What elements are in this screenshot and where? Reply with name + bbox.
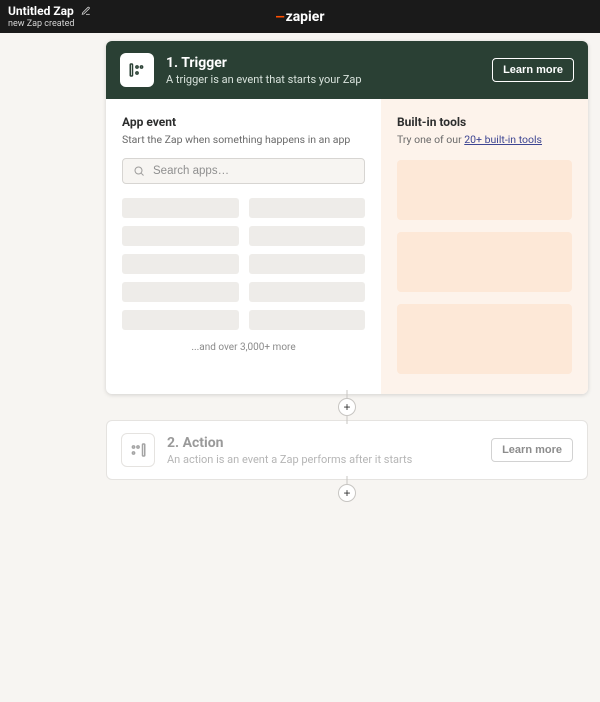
trigger-title: 1. Trigger	[166, 55, 480, 71]
builtin-skeleton-item	[397, 160, 572, 220]
more-apps-text: ...and over 3,000+ more	[122, 342, 365, 353]
builtin-subtitle: Try one of our 20+ built-in tools	[397, 133, 572, 146]
builtin-tools-column: Built-in tools Try one of our 20+ built-…	[381, 99, 588, 394]
builtin-prefix: Try one of our	[397, 133, 464, 146]
app-results-skeleton	[122, 198, 365, 330]
add-step-button[interactable]: +	[338, 484, 356, 502]
search-icon	[133, 165, 145, 177]
trigger-step-card: 1. Trigger A trigger is an event that st…	[106, 41, 588, 394]
action-step-icon	[121, 433, 155, 467]
trigger-header: 1. Trigger A trigger is an event that st…	[106, 41, 588, 99]
editor-canvas: 1. Trigger A trigger is an event that st…	[0, 33, 600, 506]
add-step-button[interactable]: +	[338, 398, 356, 416]
zap-title-block: Untitled Zap new Zap created	[8, 4, 92, 29]
action-learn-more-button[interactable]: Learn more	[491, 438, 573, 462]
app-skeleton-item	[122, 198, 239, 218]
app-skeleton-item	[249, 226, 366, 246]
zapier-logo[interactable]: — zapier	[276, 9, 325, 25]
logo-mark-icon: —	[276, 10, 284, 24]
action-subtitle: An action is an event a Zap performs aft…	[167, 453, 479, 466]
zap-title[interactable]: Untitled Zap	[8, 4, 74, 18]
trigger-subtitle: A trigger is an event that starts your Z…	[166, 73, 480, 86]
trigger-learn-more-button[interactable]: Learn more	[492, 58, 574, 82]
app-skeleton-item	[122, 282, 239, 302]
top-bar: Untitled Zap new Zap created — zapier	[0, 0, 600, 33]
app-skeleton-item	[249, 254, 366, 274]
app-event-title: App event	[122, 115, 365, 129]
app-event-subtitle: Start the Zap when something happens in …	[122, 133, 365, 146]
trigger-step-icon	[120, 53, 154, 87]
app-skeleton-item	[249, 198, 366, 218]
builtin-skeleton	[397, 160, 572, 374]
app-skeleton-item	[122, 226, 239, 246]
add-step-row: +	[106, 394, 588, 420]
edit-icon[interactable]	[80, 5, 92, 17]
action-step-card[interactable]: 2. Action An action is an event a Zap pe…	[106, 420, 588, 480]
builtin-title: Built-in tools	[397, 115, 572, 129]
builtin-skeleton-item	[397, 304, 572, 374]
action-title: 2. Action	[167, 435, 479, 451]
app-skeleton-item	[249, 282, 366, 302]
builtin-skeleton-item	[397, 232, 572, 292]
app-event-column: App event Start the Zap when something h…	[106, 99, 381, 394]
app-search-wrap[interactable]	[122, 158, 365, 184]
app-search-input[interactable]	[153, 165, 354, 177]
builtin-tools-link[interactable]: 20+ built-in tools	[464, 133, 542, 146]
toast-text: new Zap created	[8, 20, 92, 29]
app-skeleton-item	[249, 310, 366, 330]
logo-text: zapier	[286, 9, 325, 25]
app-skeleton-item	[122, 254, 239, 274]
app-skeleton-item	[122, 310, 239, 330]
add-step-row-end: +	[106, 480, 588, 506]
trigger-body: App event Start the Zap when something h…	[106, 99, 588, 394]
